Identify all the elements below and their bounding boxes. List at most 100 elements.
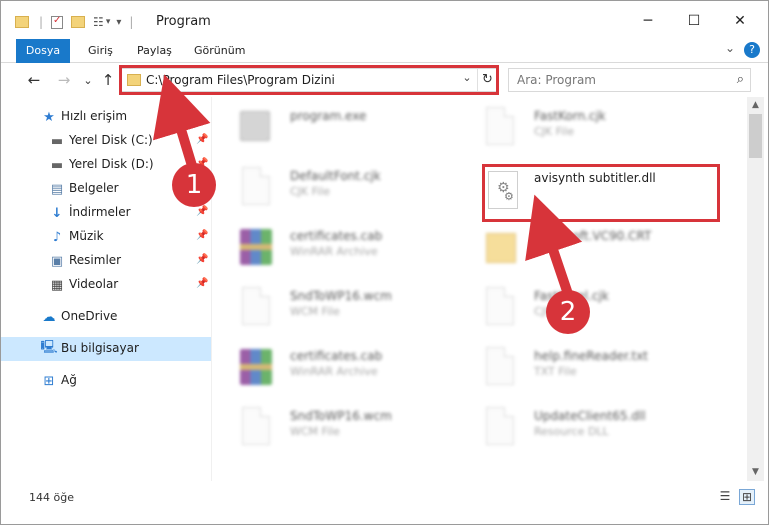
search-box[interactable]: Ara: Program ⌕ xyxy=(508,68,751,92)
sidebar-item-network[interactable]: ⊞ Ağ xyxy=(1,369,211,393)
up-button[interactable]: ↑ xyxy=(97,70,119,90)
help-icon[interactable]: ? xyxy=(744,42,760,58)
folder-icon[interactable] xyxy=(15,16,29,28)
sidebar-item-quick-access[interactable]: ★ Hızlı erişim xyxy=(1,105,211,129)
forward-button[interactable]: → xyxy=(53,70,75,90)
list-item[interactable]: UpdateClient65.dll Resource DLL xyxy=(482,403,722,459)
dll-highlight-box xyxy=(482,164,720,222)
window-title: Program xyxy=(156,14,211,29)
cloud-icon: ☁ xyxy=(42,309,56,325)
maximize-button[interactable]: ☐ xyxy=(671,1,717,41)
tab-view[interactable]: Görünüm xyxy=(184,39,255,63)
sidebar-item-onedrive[interactable]: ☁ OneDrive xyxy=(1,305,211,329)
scrollbar-thumb[interactable] xyxy=(749,114,762,158)
sidebar-item-label: Yerel Disk (C:) xyxy=(69,133,153,147)
back-button[interactable]: ← xyxy=(23,70,45,90)
sidebar-item-local-disk-c[interactable]: ▬ Yerel Disk (C:) 📌 xyxy=(1,129,211,153)
chevron-down-icon[interactable]: ▾ xyxy=(106,17,111,27)
document-icon xyxy=(238,287,274,331)
document-icon xyxy=(238,407,274,451)
list-item[interactable]: FastKorn.cjk CJK File xyxy=(482,103,722,159)
customize-icon[interactable]: ▾ xyxy=(116,17,121,28)
search-icon[interactable]: ⌕ xyxy=(737,72,744,87)
network-icon: ⊞ xyxy=(43,373,55,389)
folder-icon xyxy=(482,227,518,271)
separator: | xyxy=(129,15,134,29)
title-bar: | ✓ ☷ ▾ ▾ | Program ─ ☐ ✕ xyxy=(1,1,768,41)
list-item[interactable]: SndToWP16.wcm WCM File xyxy=(238,403,478,459)
vertical-scrollbar[interactable]: ▲ ▼ xyxy=(747,97,764,481)
scroll-up-icon[interactable]: ▲ xyxy=(747,97,764,114)
drive-icon: ▬ xyxy=(50,157,64,173)
status-bar: 144 öğe ☰ ⊞ xyxy=(1,481,768,524)
list-item[interactable]: Microsoft.VC90.CRT xyxy=(482,223,722,279)
pin-icon[interactable]: 📌 xyxy=(196,278,208,289)
list-item[interactable]: FastKorel.cjk CJK File xyxy=(482,283,722,339)
drive-icon: ▬ xyxy=(50,133,64,149)
file-type: CJK File xyxy=(534,125,575,138)
list-item[interactable]: help.fineReader.txt TXT File xyxy=(482,343,722,399)
download-icon: ↓ xyxy=(51,205,63,221)
file-type: WinRAR Archive xyxy=(290,245,378,258)
file-name: Microsoft.VC90.CRT xyxy=(534,229,652,243)
document-icon xyxy=(482,407,518,451)
explorer-window: | ✓ ☷ ▾ ▾ | Program ─ ☐ ✕ Dosya Giriş Pa… xyxy=(0,0,769,525)
properties-icon[interactable]: ✓ xyxy=(51,15,64,29)
pin-icon[interactable]: 📌 xyxy=(196,206,208,217)
large-icons-view-icon[interactable]: ⊞ xyxy=(739,489,755,505)
list-item[interactable]: SndToWP16.wcm WCM File xyxy=(238,283,478,339)
file-type: Resource DLL xyxy=(534,425,609,438)
new-folder-icon[interactable] xyxy=(71,16,86,28)
sidebar-item-label: Videolar xyxy=(69,277,119,291)
document-icon xyxy=(482,287,518,331)
sidebar-item-label: Resimler xyxy=(69,253,122,267)
sidebar-item-music[interactable]: ♪ Müzik 📌 xyxy=(1,225,211,249)
sidebar-item-label: Müzik xyxy=(69,229,104,243)
details-view-icon[interactable]: ☰ xyxy=(717,489,733,505)
search-input[interactable]: Ara: Program xyxy=(517,73,596,87)
chevron-down-icon[interactable]: ⌄ xyxy=(725,41,735,55)
file-type: WCM File xyxy=(290,425,340,438)
document-icon xyxy=(482,107,518,151)
file-name: program.exe xyxy=(290,109,367,123)
pictures-icon: ▣ xyxy=(50,253,64,269)
sidebar-item-this-pc[interactable]: 🖳 Bu bilgisayar xyxy=(1,337,211,361)
sidebar-item-videos[interactable]: ▦ Videolar 📌 xyxy=(1,273,211,297)
list-item[interactable]: program.exe xyxy=(238,103,478,159)
pin-icon[interactable]: 📌 xyxy=(196,230,208,241)
file-name: SndToWP16.wcm xyxy=(290,409,392,423)
computer-icon: 🖳 xyxy=(40,340,58,355)
archive-icon xyxy=(238,347,274,391)
minimize-button[interactable]: ─ xyxy=(625,1,671,41)
videos-icon: ▦ xyxy=(50,277,64,293)
sidebar-item-downloads[interactable]: ↓ İndirmeler 📌 xyxy=(1,201,211,225)
item-count: 144 öğe xyxy=(29,491,74,504)
annotation-badge-1: 1 xyxy=(172,163,216,207)
scroll-down-icon[interactable]: ▼ xyxy=(747,464,764,481)
list-item[interactable]: DefaultFont.cjk CJK File xyxy=(238,163,478,219)
sidebar-item-label: İndirmeler xyxy=(69,205,131,219)
sidebar-item-label: OneDrive xyxy=(61,309,118,323)
sidebar-item-label: Hızlı erişim xyxy=(61,109,128,123)
archive-icon xyxy=(238,227,274,271)
sidebar-item-label: Belgeler xyxy=(69,181,119,195)
file-list: program.exe DefaultFont.cjk CJK File cer… xyxy=(212,97,747,481)
file-name: SndToWP16.wcm xyxy=(290,289,392,303)
pin-icon[interactable]: 📌 xyxy=(196,134,208,145)
view-icon[interactable]: ☷ xyxy=(93,15,104,29)
close-button[interactable]: ✕ xyxy=(717,1,763,41)
list-item[interactable]: certificates.cab WinRAR Archive xyxy=(238,223,478,279)
list-item[interactable]: certificates.cab WinRAR Archive xyxy=(238,343,478,399)
file-name: UpdateClient65.dll xyxy=(534,409,646,423)
separator: | xyxy=(39,15,44,29)
tab-share[interactable]: Paylaş xyxy=(127,39,182,63)
exe-icon xyxy=(238,107,274,151)
recent-locations-button[interactable]: ⌄ xyxy=(77,70,99,90)
navigation-pane: ★ Hızlı erişim ▬ Yerel Disk (C:) 📌 ▬ Yer… xyxy=(1,97,212,481)
file-name: certificates.cab xyxy=(290,349,383,363)
documents-icon: ▤ xyxy=(50,181,64,197)
sidebar-item-pictures[interactable]: ▣ Resimler 📌 xyxy=(1,249,211,273)
pin-icon[interactable]: 📌 xyxy=(196,254,208,265)
tab-home[interactable]: Giriş xyxy=(78,39,123,63)
sidebar-item-label: Yerel Disk (D:) xyxy=(69,157,154,171)
